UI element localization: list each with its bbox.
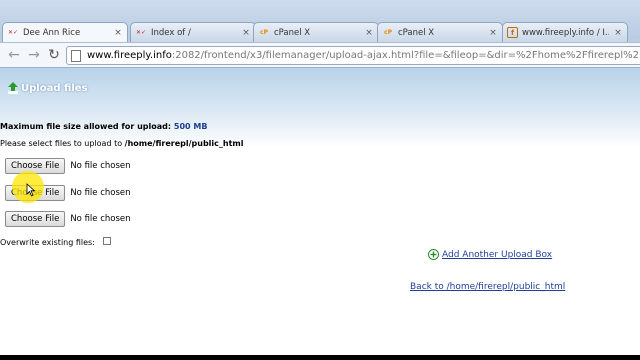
- page-icon: [71, 49, 81, 62]
- page-header: Upload files: [8, 82, 88, 94]
- file-upload-row: Choose File No file chosen: [5, 211, 131, 227]
- max-size-value: 500 MB: [173, 122, 208, 131]
- cpanel-favicon-icon: cP: [384, 29, 392, 36]
- no-file-text: No file chosen: [70, 188, 131, 198]
- tab-fireeply[interactable]: f www.fireeply.info / I... ×: [502, 22, 628, 42]
- back-to-directory-link[interactable]: Back to /home/firerepl/public_html: [410, 282, 565, 292]
- tab-title: Dee Ann Rice: [23, 27, 81, 38]
- tab-cpanel-2[interactable]: cP cPanel X ×: [377, 22, 503, 42]
- reload-icon[interactable]: ↻: [46, 47, 62, 63]
- close-icon[interactable]: ×: [613, 28, 623, 38]
- choose-file-button[interactable]: Choose File: [5, 211, 66, 227]
- max-size-label: Maximum file size allowed for upload:: [0, 122, 172, 131]
- tab-cpanel-1[interactable]: cP cPanel X ×: [253, 22, 379, 42]
- x-favicon-icon: ✕✓: [135, 29, 147, 36]
- select-files-text: Please select files to upload to: [0, 139, 123, 148]
- page-title: Upload files: [21, 82, 88, 94]
- x-favicon-icon: ✕✓: [7, 29, 19, 36]
- choose-file-button[interactable]: Choose File: [5, 158, 66, 174]
- add-upload-box-link[interactable]: Add Another Upload Box: [428, 249, 552, 260]
- tab-title: Index of /: [151, 27, 191, 38]
- cpanel-favicon-icon: cP: [260, 29, 268, 36]
- tab-title: cPanel X: [274, 27, 311, 38]
- add-upload-box-label: Add Another Upload Box: [442, 249, 553, 260]
- address-bar[interactable]: www.fireeply.info:2082/frontend/x3/filem…: [66, 46, 640, 65]
- select-files-line: Please select files to upload to /home/f…: [0, 139, 244, 148]
- close-icon[interactable]: ×: [488, 28, 498, 38]
- url-host: www.fireeply.info: [87, 50, 172, 61]
- no-file-text: No file chosen: [70, 161, 131, 171]
- tab-title: www.fireeply.info / I...: [522, 27, 609, 38]
- fireeply-favicon-icon: f: [507, 27, 518, 38]
- mouse-pointer-icon: [26, 183, 36, 197]
- no-file-text: No file chosen: [70, 214, 131, 224]
- add-circle-icon: [428, 249, 439, 260]
- url-path: :2082/frontend/x3/filemanager/upload-aja…: [171, 50, 640, 61]
- browser-toolbar: ← → ↻ www.fireeply.info:2082/frontend/x3…: [0, 42, 640, 68]
- close-icon[interactable]: ×: [364, 28, 374, 38]
- overwrite-label: Overwrite existing files:: [0, 238, 95, 247]
- tab-dee-ann-rice[interactable]: ✕✓ Dee Ann Rice ×: [2, 22, 128, 42]
- bottom-letterbox: [0, 355, 640, 360]
- tab-strip: ✕✓ Dee Ann Rice × ✕✓ Index of / × cP cPa…: [0, 22, 640, 42]
- upload-arrow-icon: [8, 82, 18, 94]
- upload-path: /home/firerepl/public_html: [124, 139, 244, 148]
- browser-chrome: ✕✓ Dee Ann Rice × ✕✓ Index of / × cP cPa…: [0, 0, 640, 68]
- forward-arrow-icon[interactable]: →: [26, 47, 42, 63]
- tab-title: cPanel X: [398, 27, 435, 38]
- close-icon[interactable]: ×: [241, 28, 251, 38]
- max-size-line: Maximum file size allowed for upload: 50…: [0, 122, 207, 131]
- close-icon[interactable]: ×: [113, 28, 123, 38]
- back-arrow-icon[interactable]: ←: [6, 47, 22, 63]
- overwrite-checkbox[interactable]: [103, 237, 111, 245]
- tab-index-of[interactable]: ✕✓ Index of / ×: [130, 22, 256, 42]
